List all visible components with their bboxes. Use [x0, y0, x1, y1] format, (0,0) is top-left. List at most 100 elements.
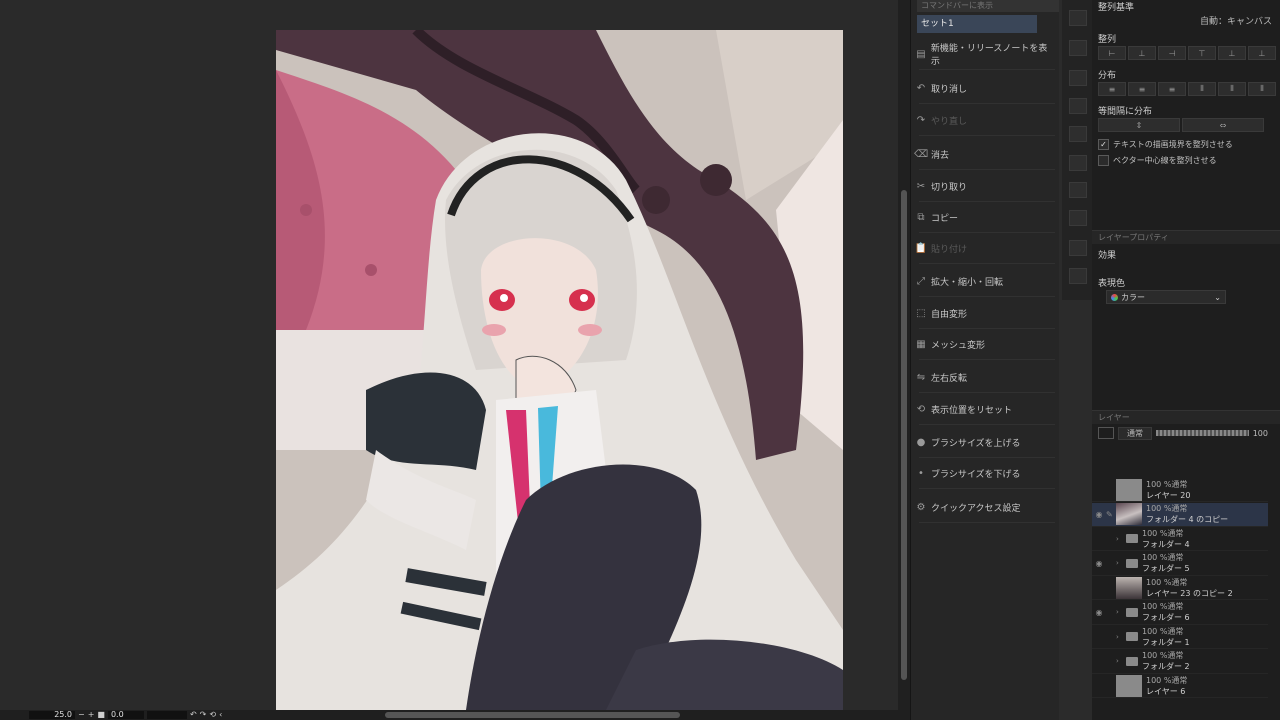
menu-item-flip[interactable]: ⇋ 左右反転: [915, 367, 1055, 387]
canvas-workspace[interactable]: [0, 0, 898, 710]
menu-item-mesh-transform[interactable]: ▦ メッシュ変形: [915, 334, 1055, 354]
strip-tool-icon[interactable]: [1069, 210, 1087, 226]
folder-toggle-icon[interactable]: ›: [1116, 608, 1126, 616]
menu-item-reset-view[interactable]: ⟲ 表示位置をリセット: [915, 399, 1055, 419]
align-right-icon[interactable]: ⊣: [1158, 46, 1186, 60]
layer-mode: 100 %通常: [1146, 504, 1188, 513]
folder-toggle-icon[interactable]: ›: [1116, 657, 1126, 665]
strip-tool-icon[interactable]: [1069, 98, 1087, 114]
distribute-horizontal-spacing-icon[interactable]: ⇔: [1182, 118, 1264, 132]
zoom-out-icon[interactable]: [0, 711, 26, 719]
text-bounds-checkbox[interactable]: ✓ テキストの描画境界を整列させる: [1098, 139, 1233, 150]
stop-icon[interactable]: ■: [97, 711, 105, 719]
rotation-slider[interactable]: [146, 711, 187, 719]
spacing-label: 等間隔に分布: [1098, 107, 1153, 117]
canvas-vertical-scrollbar[interactable]: [898, 0, 910, 710]
layer-row[interactable]: 100 %通常 レイヤー 20: [1092, 478, 1268, 502]
menu-item-settings[interactable]: ⚙ クイックアクセス設定: [915, 497, 1055, 517]
strip-tool-icon[interactable]: [1069, 240, 1087, 256]
quick-access-set-selector[interactable]: セット1: [917, 15, 1037, 33]
layer-mode: 100 %通常: [1146, 675, 1188, 685]
layer-folder-row[interactable]: › 100 %通常 フォルダー 1: [1092, 625, 1268, 649]
zoom-plus-icon[interactable]: +: [88, 711, 95, 719]
visibility-eye-icon[interactable]: ◉: [1092, 608, 1106, 617]
illustration: [276, 30, 843, 710]
align-bottom-icon[interactable]: ⊥: [1248, 46, 1276, 60]
opacity-value[interactable]: 100: [1253, 429, 1268, 438]
rotation-value[interactable]: 0.0: [107, 711, 144, 719]
layer-thumbnail: [1116, 576, 1142, 599]
layer-row[interactable]: 100 %通常 レイヤー 23 のコピー 2: [1092, 576, 1268, 600]
distribute-hcenter-icon[interactable]: ⦀: [1218, 82, 1246, 96]
layer-folder-row[interactable]: › 100 %通常 フォルダー 2: [1092, 650, 1268, 674]
distribute-left-icon[interactable]: ⦀: [1188, 82, 1216, 96]
strip-tool-icon[interactable]: [1069, 155, 1087, 171]
strip-tool-icon[interactable]: [1069, 10, 1087, 26]
folder-toggle-icon[interactable]: ›: [1116, 535, 1126, 543]
blend-mode-select[interactable]: 通常: [1118, 426, 1152, 440]
menu-item-label: 自由変形: [931, 309, 968, 320]
align-top-icon[interactable]: ⊤: [1188, 46, 1216, 60]
visibility-eye-icon[interactable]: ◉: [1092, 559, 1106, 568]
align-left-icon[interactable]: ⊢: [1098, 46, 1126, 60]
expression-color-label: 表現色: [1098, 279, 1126, 289]
rotate-left-icon[interactable]: ↶: [190, 711, 197, 719]
menu-item-free-transform[interactable]: ⬚ 自由変形: [915, 303, 1055, 323]
quick-access-icon-strip: [1062, 0, 1092, 300]
opacity-slider[interactable]: [1156, 430, 1249, 436]
menu-separator: [919, 103, 1055, 104]
strip-tool-icon[interactable]: [1069, 40, 1087, 56]
menu-item-brush-up[interactable]: ● ブラシサイズを上げる: [915, 432, 1055, 452]
menu-item-undo[interactable]: ↶ 取り消し: [915, 78, 1055, 98]
distribute-vcenter-icon[interactable]: ≡: [1128, 82, 1156, 96]
canvas-horizontal-scrollbar[interactable]: [385, 712, 680, 718]
strip-tool-icon[interactable]: [1069, 182, 1087, 198]
zoom-value[interactable]: 25.0: [29, 711, 75, 719]
menu-header[interactable]: コマンドバーに表示: [917, 0, 1059, 12]
strip-tool-icon[interactable]: [1069, 268, 1087, 284]
menu-item-copy[interactable]: ⧉ コピー: [915, 207, 1055, 227]
tab-layer[interactable]: レイヤー: [1098, 412, 1130, 423]
rotate-reset-icon[interactable]: ⟲: [209, 711, 216, 719]
layer-name: フォルダー 4 のコピー: [1146, 515, 1229, 524]
layer-row[interactable]: 100 %通常 レイヤー 6: [1092, 674, 1268, 698]
layer-folder-row[interactable]: ◉ › 100 %通常 フォルダー 5: [1092, 552, 1268, 576]
menu-item-label: 取り消し: [931, 84, 968, 95]
layer-folder-row[interactable]: ◉ › 100 %通常 フォルダー 6: [1092, 601, 1268, 625]
menu-item-brush-down[interactable]: • ブラシサイズを下げる: [915, 463, 1055, 483]
align-hcenter-icon[interactable]: ⊥: [1128, 46, 1156, 60]
layer-text: 100 %通常 フォルダー 1: [1142, 626, 1190, 648]
scroll-left-icon[interactable]: ‹: [219, 711, 222, 719]
menu-item-label: クイックアクセス設定: [931, 503, 1021, 514]
menu-item-redo: ↷ やり直し: [915, 110, 1055, 130]
layer-folder-row[interactable]: › 100 %通常 フォルダー 4: [1092, 527, 1268, 551]
menu-item-erase[interactable]: ⌫ 消去: [914, 144, 1055, 164]
align-basis-mode[interactable]: 自動：キャンバス: [1200, 14, 1272, 27]
folder-toggle-icon[interactable]: ›: [1116, 559, 1126, 567]
strip-tool-icon[interactable]: [1069, 70, 1087, 86]
text-bounds-check-box[interactable]: ✓: [1098, 139, 1109, 150]
rotate-right-icon[interactable]: ↷: [200, 711, 207, 719]
layer-row[interactable]: ◉ ✎ 100 %通常 フォルダー 4 のコピー: [1092, 502, 1268, 527]
layer-lock-icon[interactable]: [1098, 427, 1114, 439]
distribute-vertical-spacing-icon[interactable]: ⇕: [1098, 118, 1180, 132]
folder-toggle-icon[interactable]: ›: [1116, 633, 1126, 641]
visibility-eye-icon[interactable]: ◉: [1092, 510, 1106, 519]
menu-item-cut[interactable]: ✂ 切り取り: [915, 176, 1055, 196]
menu-item-release-notes[interactable]: ▤ 新機能・リリースノートを表示: [915, 44, 1055, 67]
scrollbar-thumb[interactable]: [901, 190, 907, 680]
layer-mode: 100 %通常: [1142, 602, 1184, 611]
vector-center-checkbox[interactable]: ベクター中心線を整列させる: [1098, 155, 1217, 166]
distribute-top-icon[interactable]: ≡: [1098, 82, 1126, 96]
expression-color-select[interactable]: カラー ⌄: [1106, 290, 1226, 304]
zoom-minus-icon[interactable]: −: [78, 711, 85, 719]
distribute-bottom-icon[interactable]: ≡: [1158, 82, 1186, 96]
tab-layer-property[interactable]: レイヤープロパティ: [1098, 232, 1169, 243]
distribute-right-icon[interactable]: ⦀: [1248, 82, 1276, 96]
align-vcenter-icon[interactable]: ⊥: [1218, 46, 1246, 60]
vector-center-check-box[interactable]: [1098, 155, 1109, 166]
menu-item-transform[interactable]: ⤢ 拡大・縮小・回転: [915, 271, 1055, 291]
menu-separator: [919, 457, 1055, 458]
artwork-canvas[interactable]: [276, 30, 843, 710]
strip-tool-icon[interactable]: [1069, 126, 1087, 142]
